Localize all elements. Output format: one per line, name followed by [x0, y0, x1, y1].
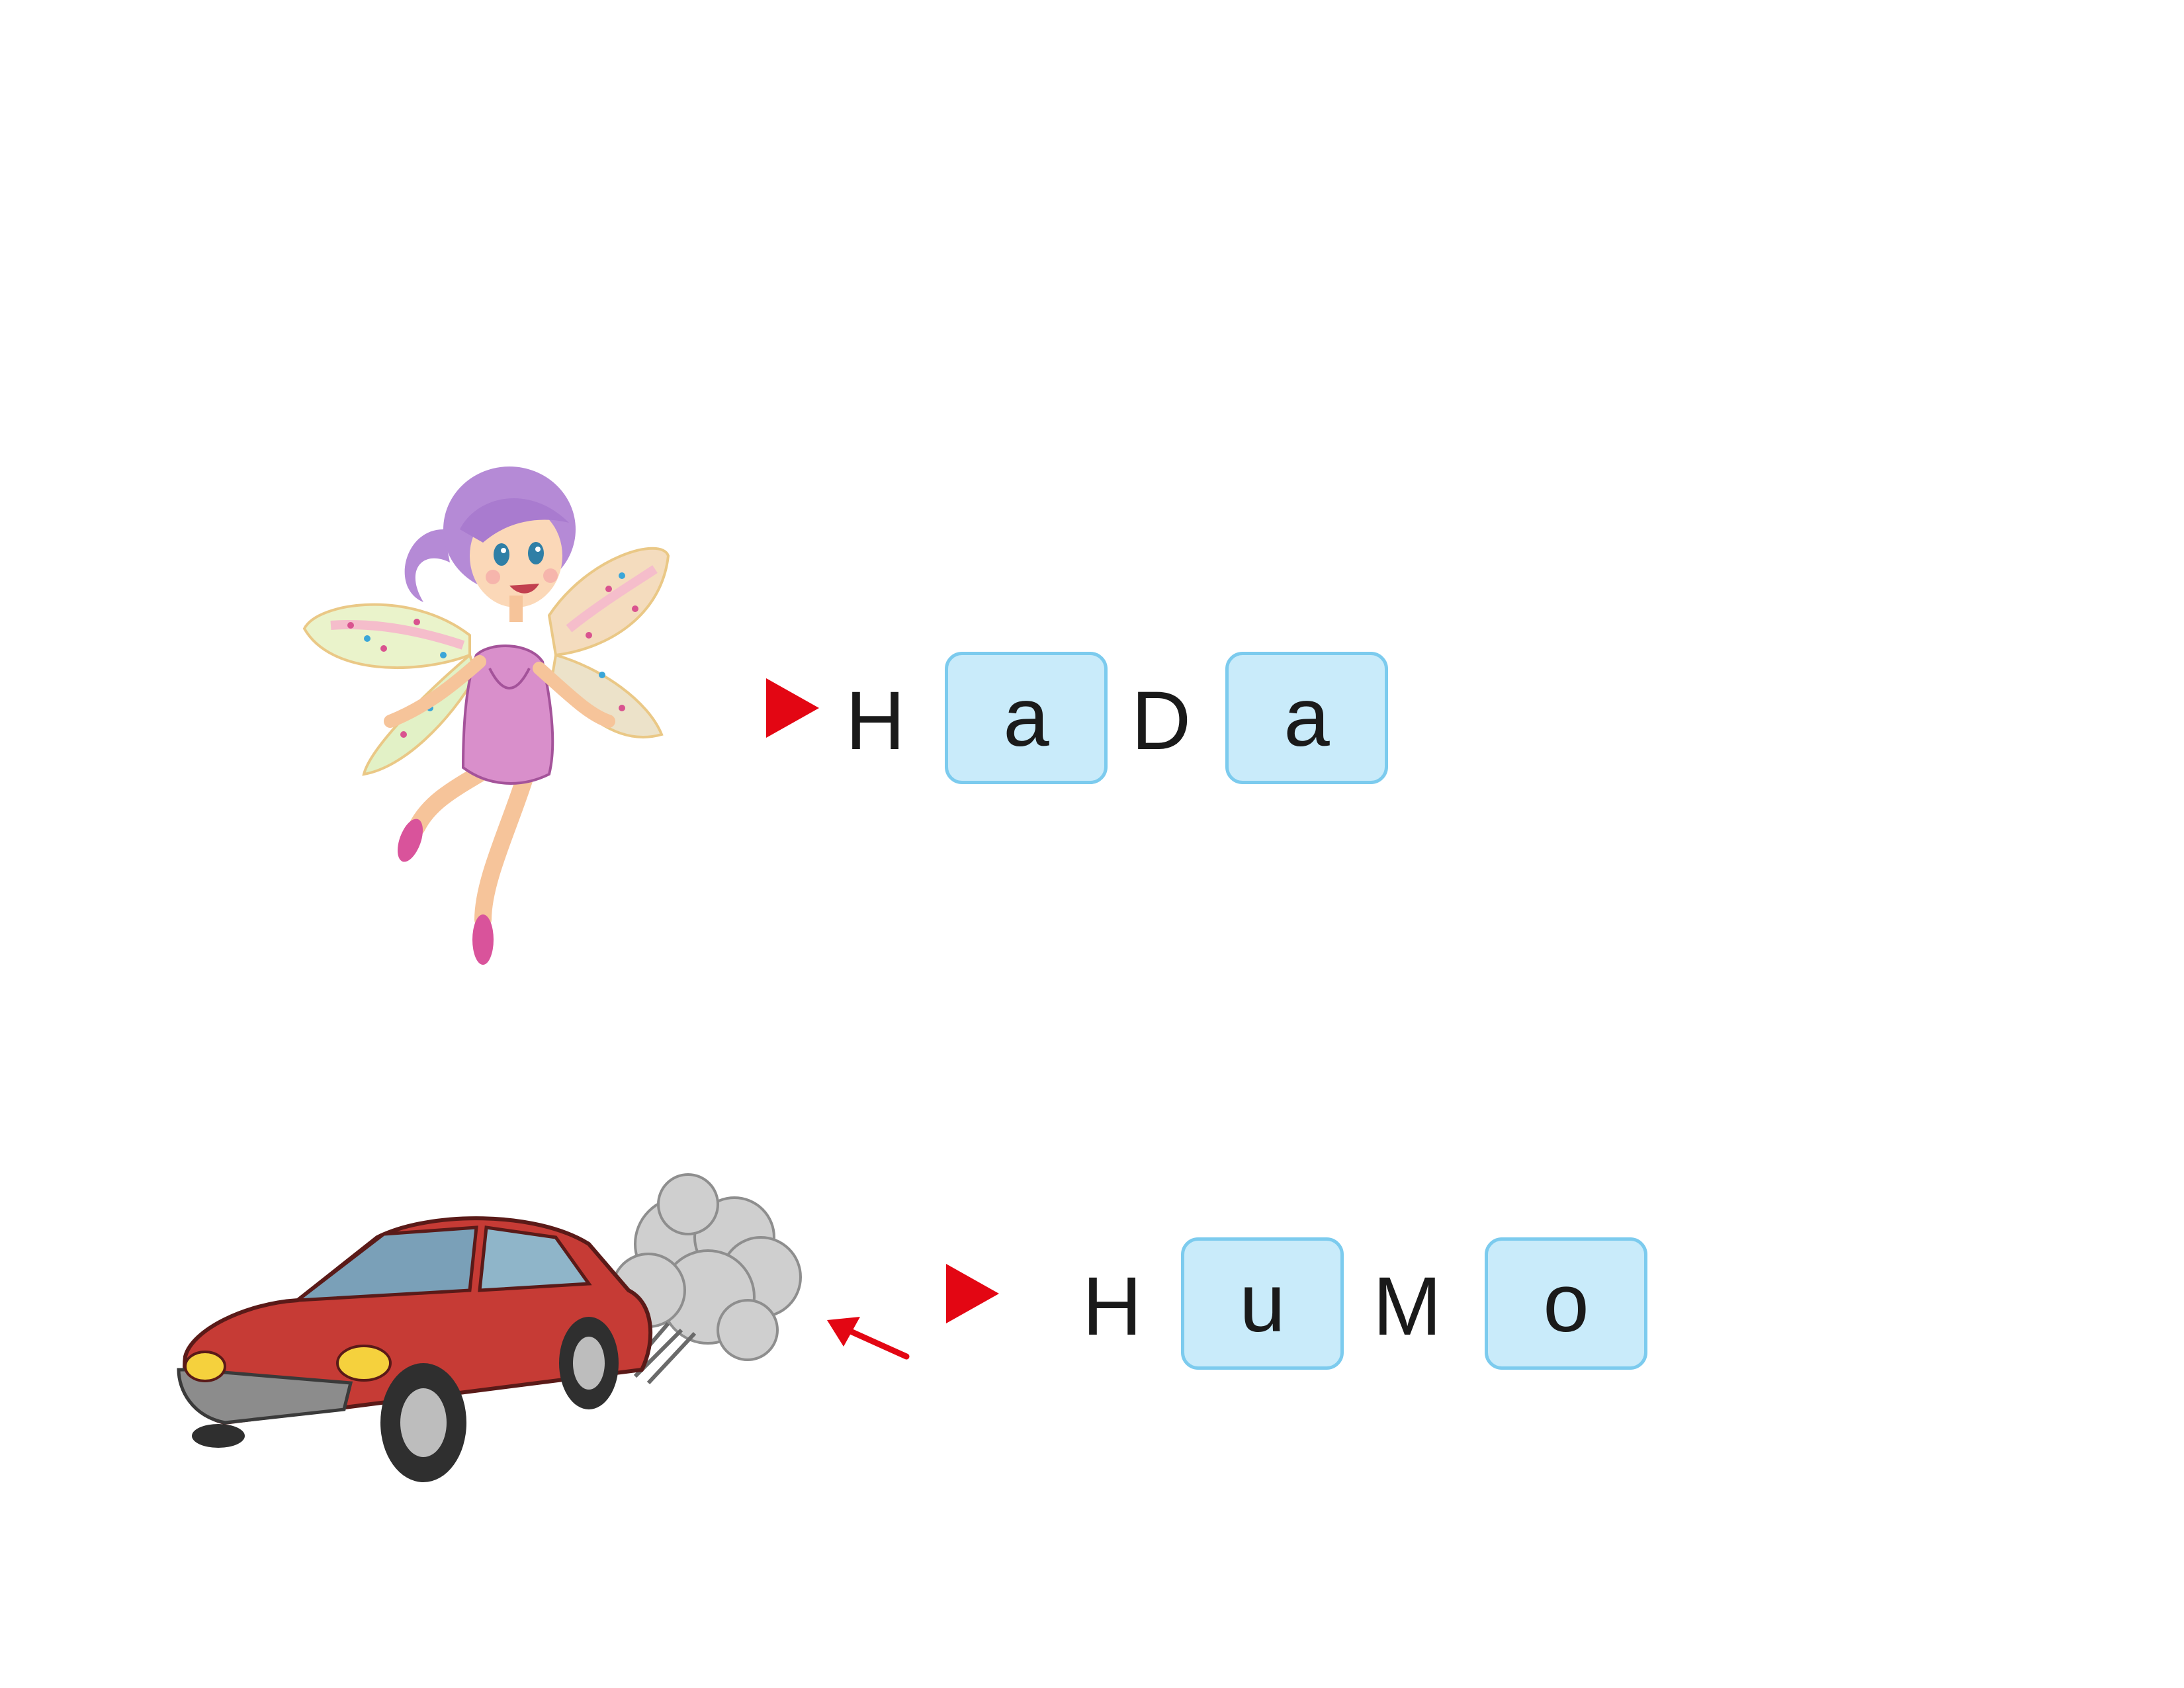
letter-m: M — [1372, 1261, 1442, 1353]
box-letter: a — [1003, 672, 1049, 764]
box-letter: u — [1239, 1257, 1286, 1349]
letter-box[interactable]: a — [1225, 652, 1388, 784]
word-row-hada: H a D a — [761, 652, 1422, 791]
word-row-humo: H u M o — [946, 1237, 1674, 1376]
box-letter: a — [1284, 672, 1330, 764]
box-letter: o — [1543, 1257, 1589, 1349]
letter-h: H — [845, 675, 906, 767]
letter-h: H — [1082, 1261, 1143, 1353]
letter-box[interactable]: a — [945, 652, 1108, 784]
red-car-smoke-illustration — [177, 1173, 802, 1482]
letter-d: D — [1131, 675, 1192, 767]
letter-box[interactable]: o — [1485, 1237, 1647, 1370]
letter-box[interactable]: u — [1181, 1237, 1344, 1370]
red-arrow-icon — [827, 1317, 910, 1360]
play-triangle-icon — [946, 1264, 999, 1323]
fairy-illustration — [302, 466, 670, 965]
play-triangle-icon — [766, 678, 819, 738]
